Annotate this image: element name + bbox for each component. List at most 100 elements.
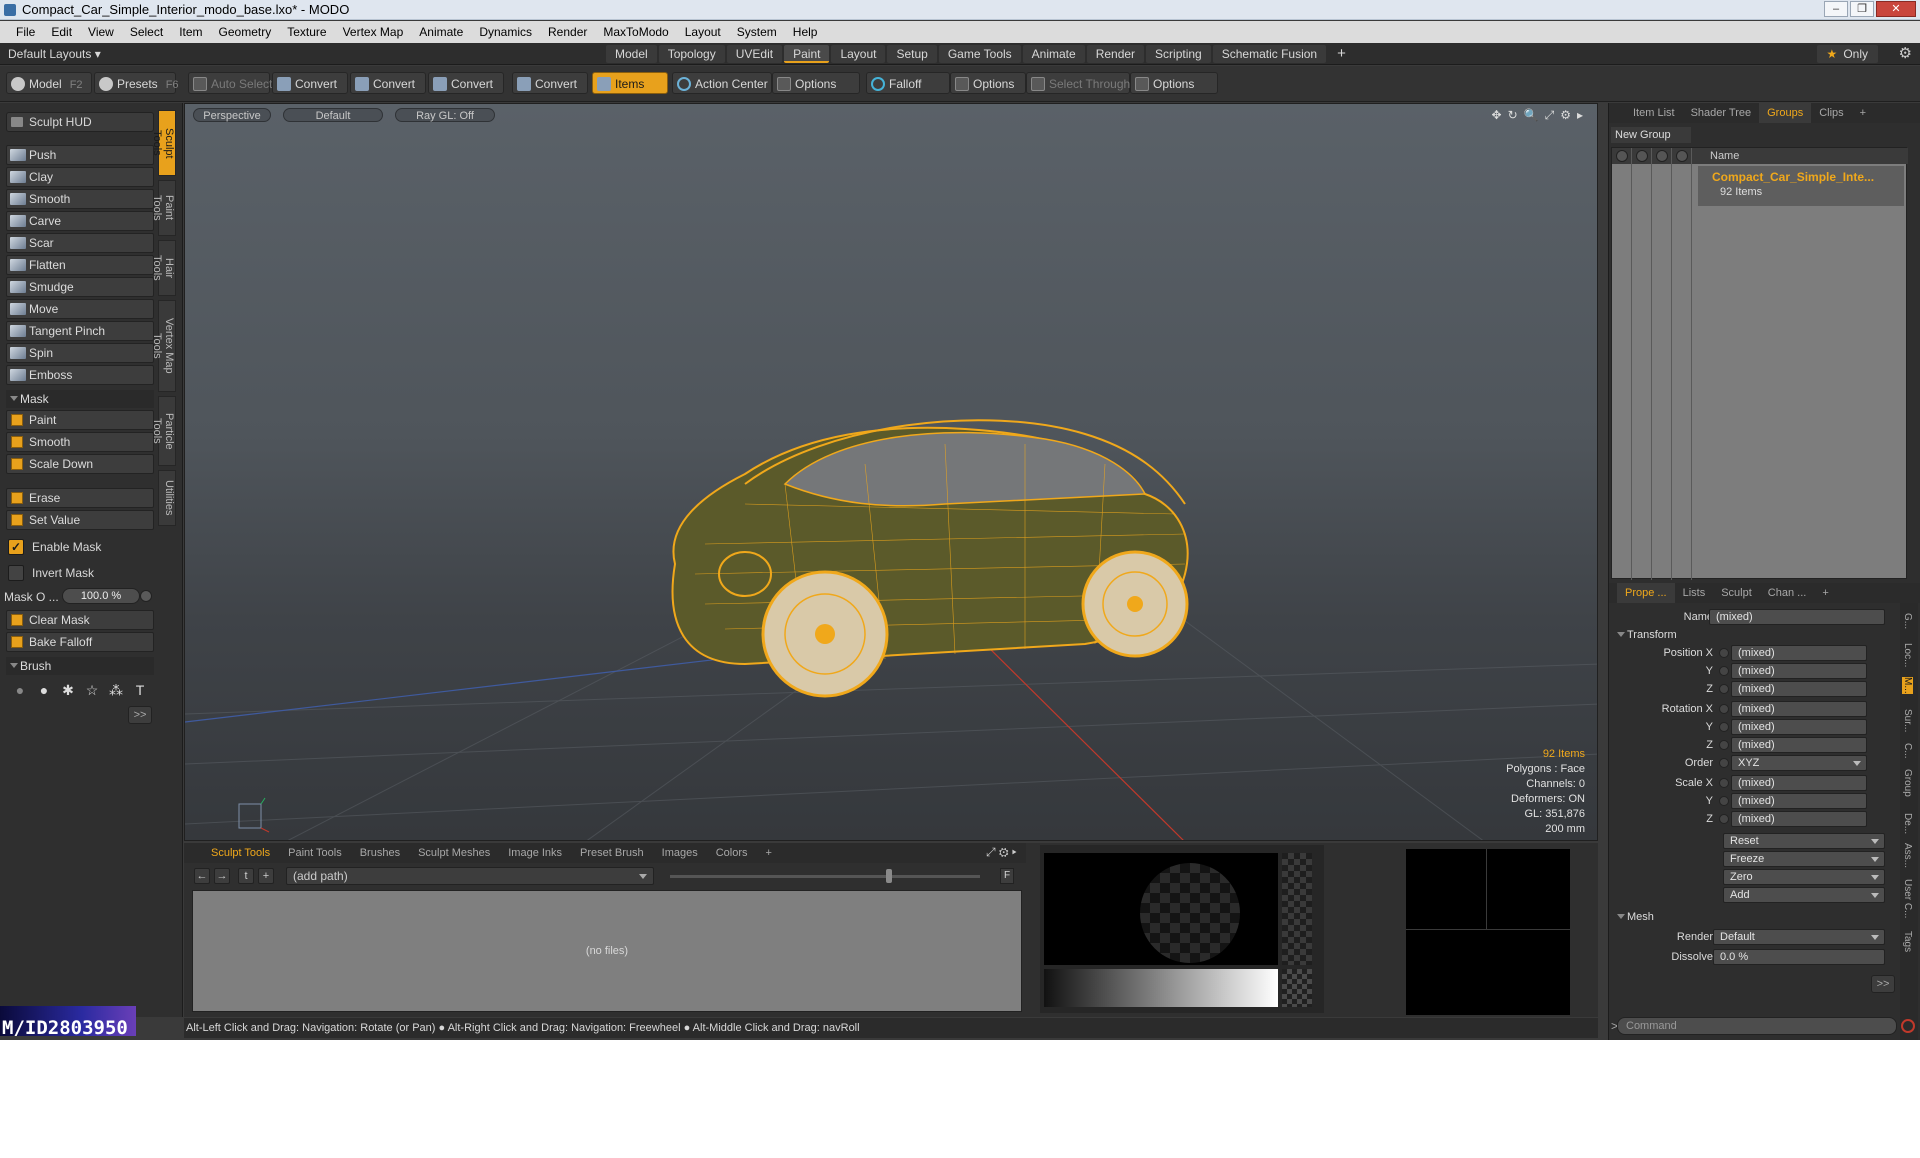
add-tab-button[interactable]: + [1328,45,1355,63]
close-button[interactable]: ✕ [1876,1,1916,17]
keyframe-dot[interactable] [1719,666,1729,676]
tab-item-list[interactable]: Item List [1625,103,1683,123]
invert-mask-checkbox[interactable]: Invert Mask [6,563,154,583]
keyframe-dot[interactable] [1719,684,1729,694]
file-browser-area[interactable]: (no files) [192,890,1022,1012]
menu-view[interactable]: View [80,21,122,43]
command-input[interactable]: Command [1617,1017,1897,1035]
scar-tool[interactable]: Scar [6,233,154,253]
keyframe-dot[interactable] [1719,722,1729,732]
side-tab-loc[interactable]: Loc... [1902,643,1913,667]
add-path-icon[interactable]: + [258,868,274,884]
gear-icon[interactable]: ⚙ [1899,44,1912,62]
rotation-z-field[interactable]: (mixed) [1731,737,1867,753]
tab-channels[interactable]: Chan ... [1760,583,1815,603]
rotation-x-field[interactable]: (mixed) [1731,701,1867,717]
menu-file[interactable]: File [8,21,43,43]
tangent-pinch-tool[interactable]: Tangent Pinch [6,321,154,341]
brush-section-header[interactable]: Brush [6,657,154,675]
bake-falloff-button[interactable]: Bake Falloff [6,632,154,652]
action-center-button[interactable]: Action Center [672,72,772,94]
stop-icon[interactable] [1901,1019,1915,1033]
tab-shader-tree[interactable]: Shader Tree [1683,103,1760,123]
reset-dropdown[interactable]: Reset [1723,833,1885,849]
tab-layout[interactable]: Layout [831,45,886,63]
menu-vertex-map[interactable]: Vertex Map [335,21,412,43]
menu-item[interactable]: Item [171,21,210,43]
push-tool[interactable]: Push [6,145,154,165]
menu-layout[interactable]: Layout [677,21,729,43]
soft-brush-icon[interactable]: ● [10,680,30,700]
maximize-viewport-icon[interactable]: ⤢ [1545,108,1555,123]
tab-image-inks[interactable]: Image Inks [499,843,571,863]
tab-sculpt-tools[interactable]: Sculpt Tools [202,843,279,863]
falloff-options-button[interactable]: Options [950,72,1026,94]
name-field[interactable]: (mixed) [1709,609,1885,625]
scale-z-field[interactable]: (mixed) [1731,811,1867,827]
side-tab-user-c[interactable]: User C... [1902,879,1913,918]
side-tab-m[interactable]: M... [1902,677,1913,694]
thumbnail-size-slider[interactable] [670,875,980,878]
shading-default-dropdown[interactable]: Default [283,108,383,122]
mask-section-header[interactable]: Mask [6,390,154,408]
menu-texture[interactable]: Texture [279,21,334,43]
auto-select-button[interactable]: Auto Select [188,72,272,94]
menu-select[interactable]: Select [122,21,171,43]
clay-tool[interactable]: Clay [6,167,154,187]
sculpt-hud-button[interactable]: Sculpt HUD [6,112,154,132]
tab-render[interactable]: Render [1086,45,1145,63]
smooth-tool[interactable]: Smooth [6,189,154,209]
side-tab-utilities[interactable]: Utilities [158,470,176,526]
tab-lists[interactable]: Lists [1675,583,1714,603]
viewport-menu-icon[interactable]: ▸ [1577,108,1583,123]
tab-properties[interactable]: Prope ... [1617,583,1675,603]
emboss-tool[interactable]: Emboss [6,365,154,385]
bottom-panel-icons[interactable]: ⤢ ⚙ ▸ [986,845,1017,860]
viewport-settings-icon[interactable]: ⚙ [1560,108,1571,123]
menu-help[interactable]: Help [785,21,826,43]
side-tab-tags[interactable]: Tags [1902,931,1913,952]
render-dropdown[interactable]: Default [1713,929,1885,945]
menu-edit[interactable]: Edit [43,21,80,43]
mesh-section[interactable]: Mesh [1613,909,1903,925]
side-tab-sculpt-tools[interactable]: Sculpt Tools [151,110,176,176]
raygl-dropdown[interactable]: Ray GL: Off [395,108,495,122]
slider-thumb[interactable] [886,869,892,883]
enable-mask-checkbox[interactable]: ✓ Enable Mask [6,537,154,557]
mask-scale-down-tool[interactable]: Scale Down [6,454,154,474]
maximize-button[interactable]: ❐ [1850,1,1874,17]
select-through-options-button[interactable]: Options [1130,72,1218,94]
convert-materials-button[interactable]: Convert [512,72,588,94]
menu-dynamics[interactable]: Dynamics [471,21,540,43]
image-brush-icon[interactable]: ⁂ [106,680,126,700]
menu-animate[interactable]: Animate [411,21,471,43]
keyframe-dot[interactable] [1719,648,1729,658]
tab-animate[interactable]: Animate [1022,45,1085,63]
side-tab-particle-tools[interactable]: Particle Tools [151,396,176,466]
move-tool[interactable]: Move [6,299,154,319]
eye-icon[interactable] [1616,150,1628,162]
new-group-button[interactable]: New Group [1611,127,1691,143]
keyframe-dot[interactable] [1719,796,1729,806]
properties-more-button[interactable]: >> [1871,975,1895,993]
path-dropdown[interactable]: (add path) [286,867,654,885]
convert-vertices-button[interactable]: Convert [272,72,348,94]
tab-groups[interactable]: Groups [1759,103,1812,123]
tab-schematic-fusion[interactable]: Schematic Fusion [1212,45,1327,63]
zero-dropdown[interactable]: Zero [1723,869,1885,885]
mask-opacity-field[interactable]: 100.0 % [62,588,140,604]
set-value-tool[interactable]: Set Value [6,510,154,530]
convert-polygons-button[interactable]: Convert [428,72,504,94]
select-through-button[interactable]: Select Through [1026,72,1130,94]
hard-brush-icon[interactable]: ● [34,680,54,700]
render-icon[interactable] [1636,150,1648,162]
model-button[interactable]: Model F2 [6,72,92,94]
lock-icon[interactable] [1656,150,1668,162]
order-dropdown[interactable]: XYZ [1731,755,1867,771]
tab-sculpt-meshes[interactable]: Sculpt Meshes [409,843,499,863]
default-layouts-dropdown[interactable]: Default Layouts ▾ [8,43,101,65]
side-tab-ass[interactable]: Ass... [1902,843,1913,868]
scale-y-field[interactable]: (mixed) [1731,793,1867,809]
side-tab-sur[interactable]: Sur... [1902,709,1913,732]
mask-opacity-knob[interactable] [140,590,152,602]
